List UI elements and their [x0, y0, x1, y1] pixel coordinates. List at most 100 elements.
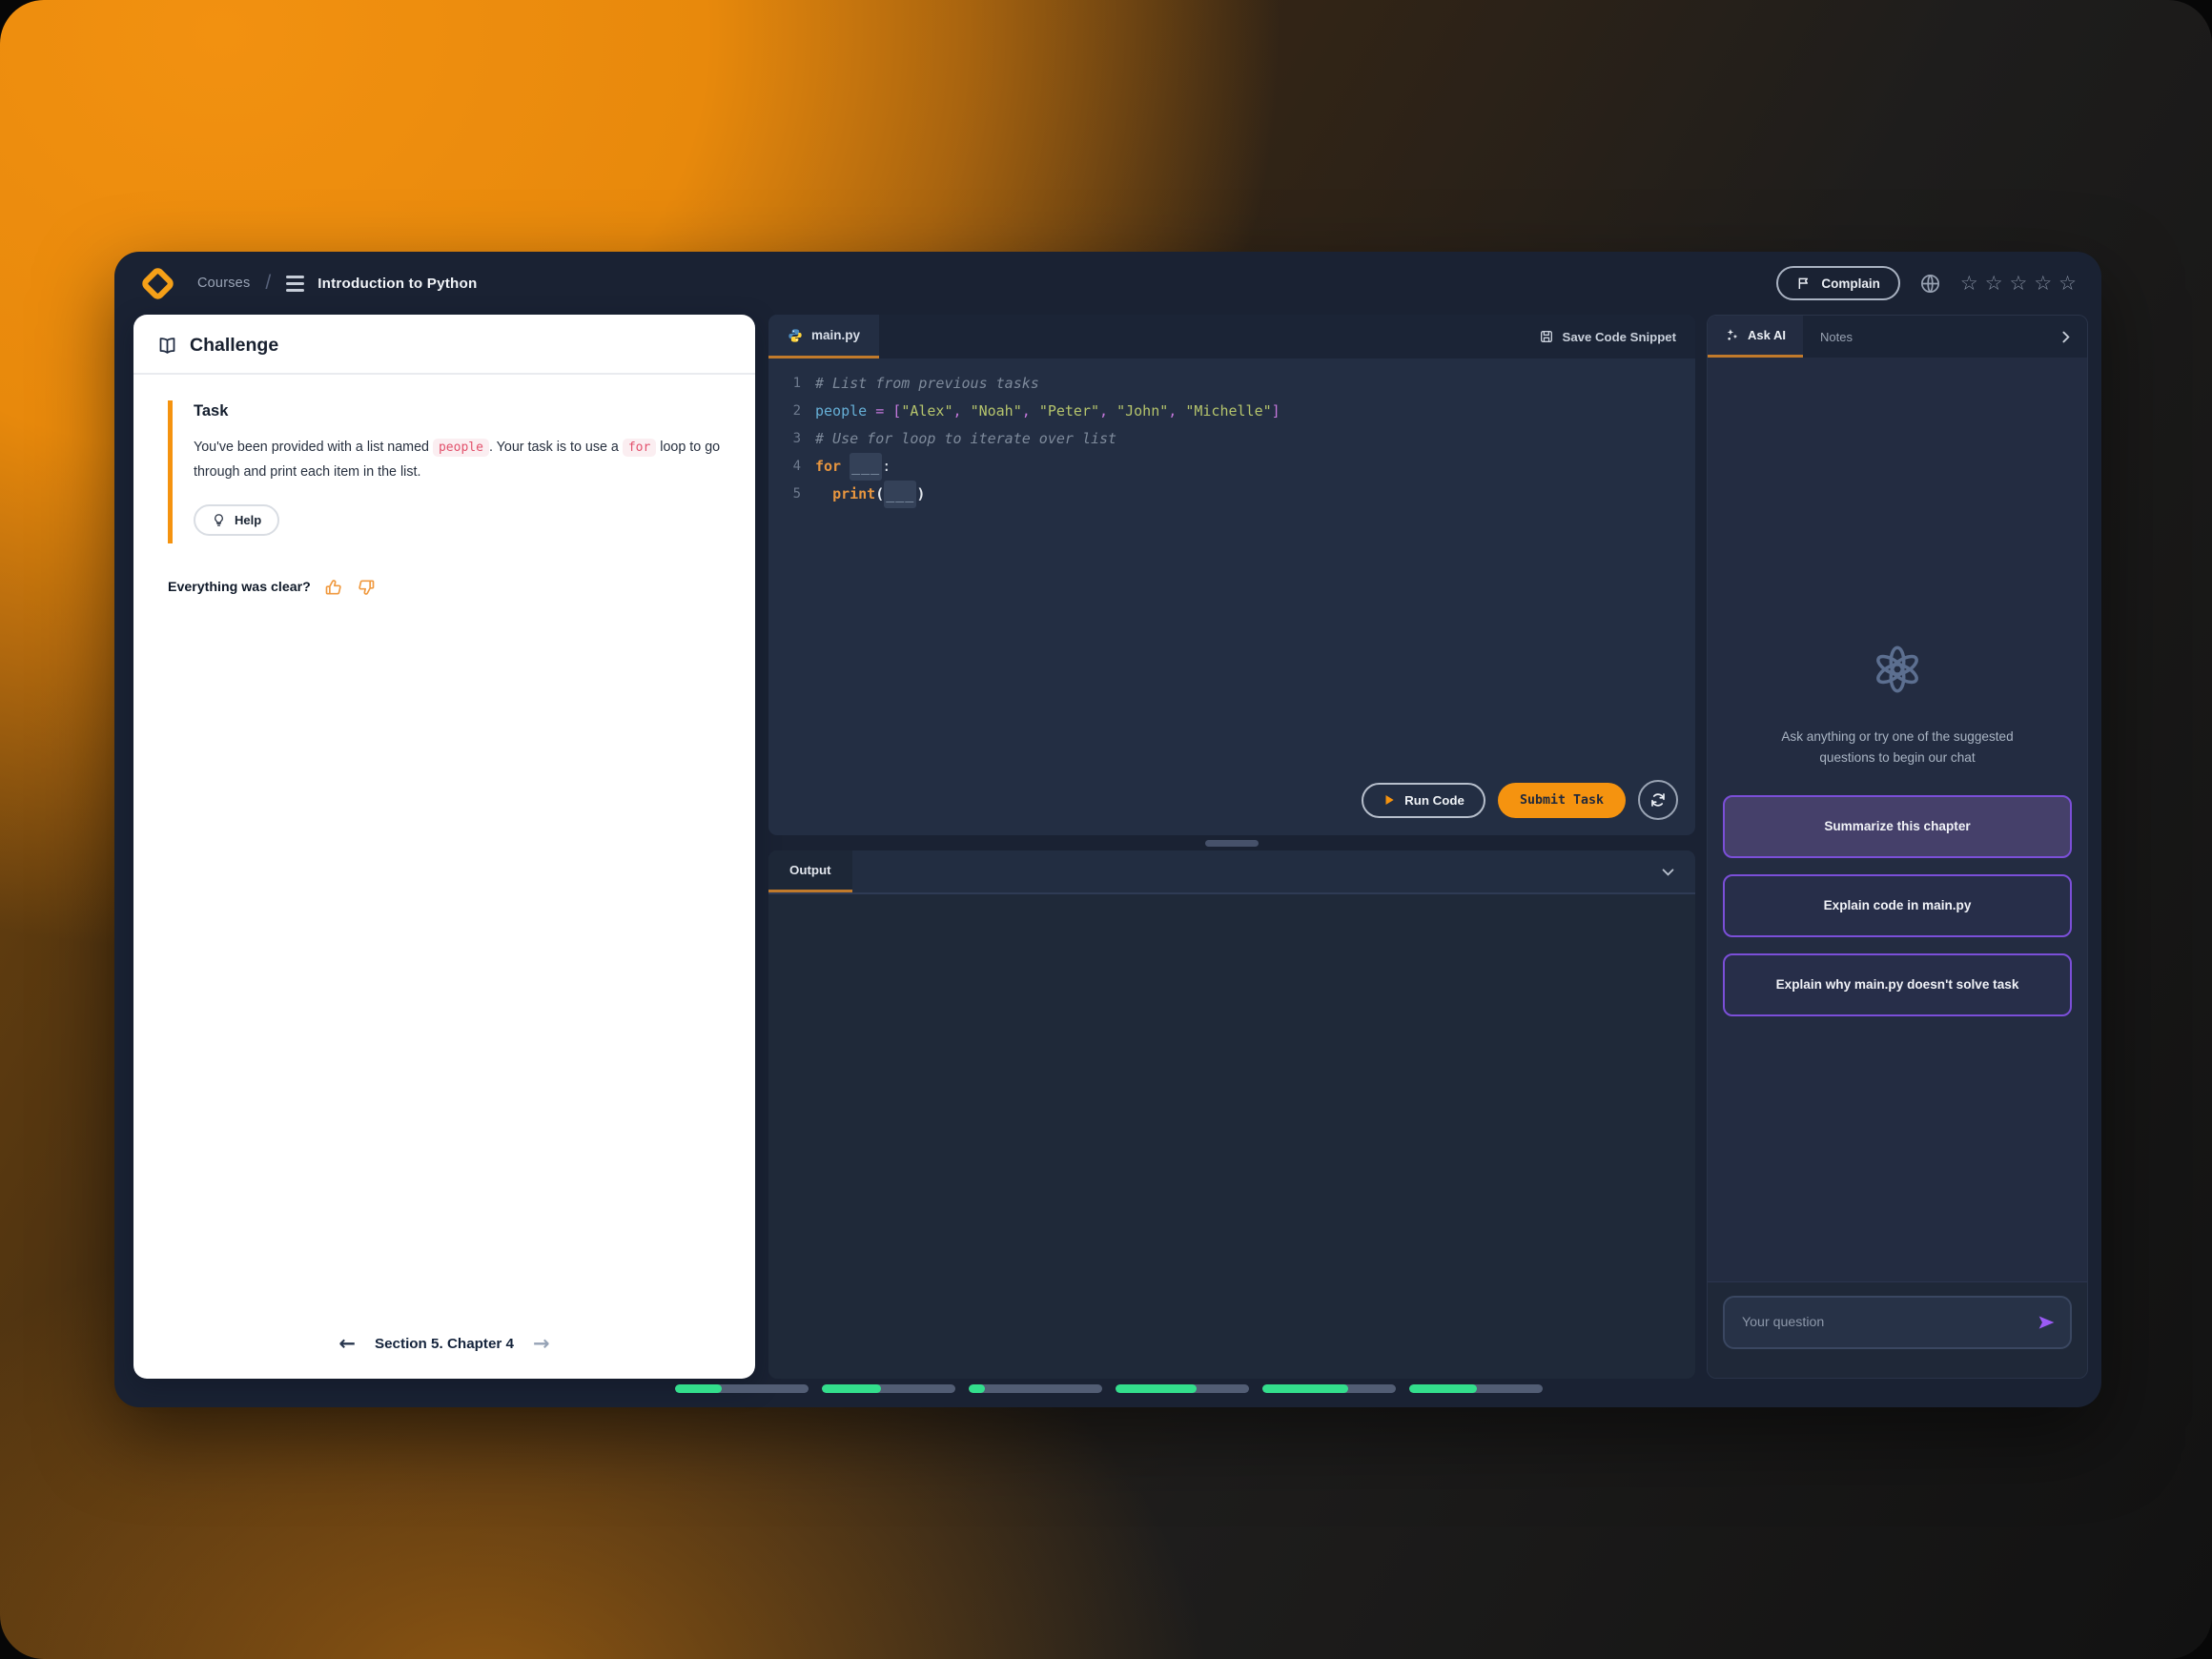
code-editor-body[interactable]: 1# List from previous tasks2people = ["A… [768, 358, 1695, 835]
send-arrow-icon[interactable] [2037, 1313, 2057, 1333]
code-token-op: , [1168, 398, 1177, 425]
code-token-str: "Alex" [901, 398, 952, 425]
code-token-kw: for [815, 453, 841, 481]
progress-segment[interactable] [1262, 1384, 1396, 1393]
code-token-plain [1177, 398, 1185, 425]
suggestion-button[interactable]: Explain code in main.py [1723, 874, 2072, 937]
chapter-label: Section 5. Chapter 4 [375, 1336, 514, 1352]
arrow-left-icon[interactable]: ← [338, 1334, 356, 1354]
progress-segment-fill [1262, 1384, 1348, 1393]
tab-ask-ai[interactable]: Ask AI [1708, 316, 1803, 358]
inline-code-chip: for [623, 439, 656, 457]
code-token-paren: ) [916, 481, 925, 508]
editor-tab-bar: main.py Save Code Snippet [768, 315, 1695, 358]
challenge-header: Challenge [133, 315, 755, 375]
course-menu-hamburger-icon[interactable] [286, 276, 304, 292]
code-line[interactable]: 5 print(___) [780, 481, 1695, 508]
thumbs-down-icon[interactable] [357, 578, 376, 597]
arrow-right-icon[interactable]: → [533, 1334, 550, 1354]
submit-task-label: Submit Task [1520, 793, 1604, 808]
save-code-snippet-button[interactable]: Save Code Snippet [1539, 315, 1695, 358]
code-token-plain [841, 453, 850, 481]
star-outline-icon[interactable]: ☆ [2034, 274, 2052, 294]
code-token-kw: print [832, 481, 875, 508]
code-token-plain [1031, 398, 1039, 425]
code-lines: 1# List from previous tasks2people = ["A… [780, 370, 1695, 508]
code-token-op: , [1022, 398, 1031, 425]
task-text-segment: You've been provided with a list named [194, 440, 433, 455]
help-button[interactable]: Help [194, 504, 279, 536]
course-title: Introduction to Python [317, 276, 477, 292]
run-code-button[interactable]: Run Code [1362, 783, 1485, 818]
code-token-plain [884, 398, 892, 425]
app-logo-diamond-icon[interactable] [139, 265, 175, 301]
star-outline-icon[interactable]: ☆ [2010, 274, 2028, 294]
globe-icon[interactable] [1919, 273, 1941, 295]
code-token-str: "Noah" [971, 398, 1022, 425]
progress-segment[interactable] [675, 1384, 809, 1393]
tab-notes[interactable]: Notes [1803, 316, 1870, 358]
resize-drag-handle[interactable] [1205, 840, 1259, 847]
intro-line-2: questions to begin our chat [1781, 748, 2013, 768]
star-outline-icon[interactable]: ☆ [1985, 274, 2003, 294]
code-token-op: , [953, 398, 962, 425]
rating-stars: ☆ ☆ ☆ ☆ ☆ [1960, 274, 2077, 294]
code-token-comment: # List from previous tasks [815, 370, 1039, 398]
suggestion-button[interactable]: Explain why main.py doesn't solve task [1723, 953, 2072, 1016]
code-token-paren: ( [875, 481, 884, 508]
breadcrumb-separator: / [265, 272, 271, 295]
assistant-intro-text: Ask anything or try one of the suggested… [1781, 727, 2013, 768]
question-input[interactable] [1725, 1315, 2070, 1330]
challenge-panel: Challenge Task You've been provided with… [133, 315, 755, 1379]
save-snippet-label: Save Code Snippet [1563, 330, 1676, 344]
progress-segment[interactable] [1409, 1384, 1543, 1393]
breadcrumb-courses[interactable]: Courses [197, 276, 250, 291]
star-outline-icon[interactable]: ☆ [2058, 274, 2077, 294]
complain-button[interactable]: Complain [1776, 266, 1900, 300]
progress-segment[interactable] [1116, 1384, 1249, 1393]
line-number: 5 [780, 481, 801, 508]
progress-segment-fill [969, 1384, 985, 1393]
output-console[interactable] [768, 894, 1695, 1379]
reset-code-button[interactable] [1638, 780, 1678, 820]
progress-segment-fill [1409, 1384, 1477, 1393]
challenge-title: Challenge [190, 335, 278, 357]
panel-collapse-button[interactable] [2058, 316, 2087, 358]
code-token-op: [ [892, 398, 901, 425]
complain-label: Complain [1821, 276, 1880, 291]
app-window: Courses / Introduction to Python Complai… [114, 252, 2101, 1407]
code-line[interactable]: 4for ___: [780, 453, 1695, 481]
task-heading: Task [194, 402, 721, 420]
save-snippet-icon [1539, 329, 1554, 344]
question-input-wrap [1723, 1296, 2072, 1349]
code-line[interactable]: 3# Use for loop to iterate over list [780, 425, 1695, 453]
output-collapse-button[interactable] [1660, 850, 1695, 892]
book-icon [157, 336, 177, 356]
submit-task-button[interactable]: Submit Task [1498, 783, 1626, 818]
ask-ai-label: Ask AI [1748, 328, 1786, 342]
progress-segment-fill [822, 1384, 881, 1393]
progress-segment[interactable] [969, 1384, 1102, 1393]
suggestion-button[interactable]: Summarize this chapter [1723, 795, 2072, 858]
code-token-plain [815, 481, 832, 508]
feedback-question: Everything was clear? [168, 580, 311, 595]
intro-line-1: Ask anything or try one of the suggested [1781, 727, 2013, 748]
assistant-tab-bar: Ask AI Notes [1708, 316, 2087, 358]
help-label: Help [235, 513, 261, 527]
inline-code-chip: people [433, 439, 489, 457]
assistant-panel: Ask AI Notes Ask anything or try one of … [1707, 315, 2088, 1379]
tab-output[interactable]: Output [768, 850, 852, 892]
code-line[interactable]: 1# List from previous tasks [780, 370, 1695, 398]
code-line[interactable]: 2people = ["Alex", "Noah", "Peter", "Joh… [780, 398, 1695, 425]
python-icon [788, 328, 803, 343]
code-token-str: "Peter" [1039, 398, 1099, 425]
tab-main-py[interactable]: main.py [768, 315, 879, 358]
code-token-op: = [875, 398, 884, 425]
progress-segment[interactable] [822, 1384, 955, 1393]
line-number: 4 [780, 453, 801, 481]
thumbs-up-icon[interactable] [324, 578, 343, 597]
question-input-area [1708, 1281, 2087, 1378]
flag-icon [1796, 276, 1812, 291]
star-outline-icon[interactable]: ☆ [1960, 274, 1978, 294]
notes-label: Notes [1820, 330, 1853, 344]
